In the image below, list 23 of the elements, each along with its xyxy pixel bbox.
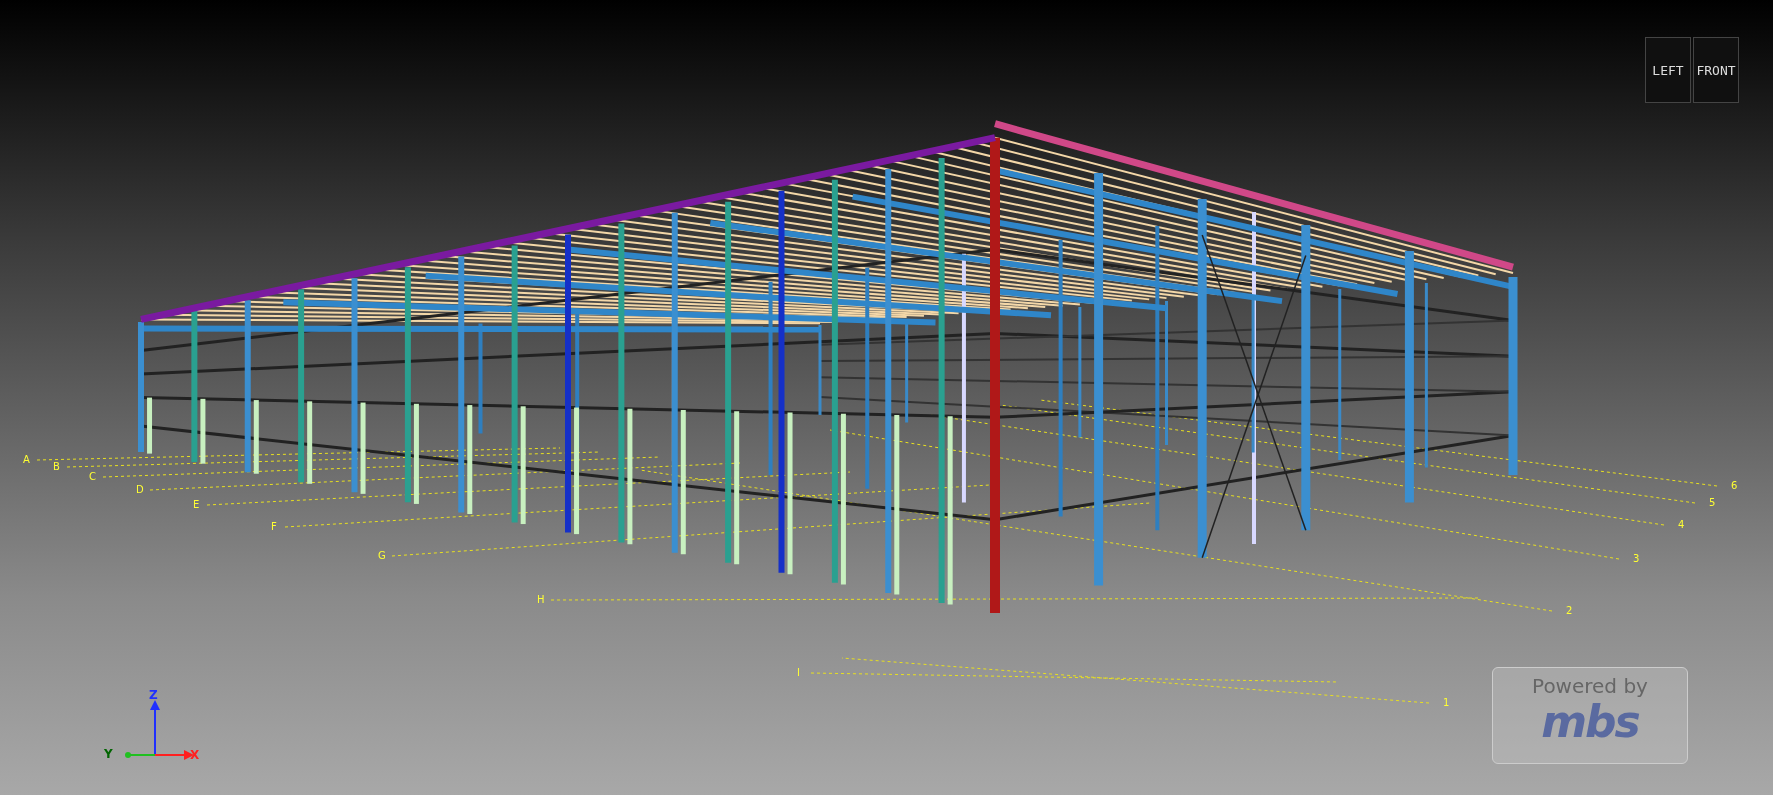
axis-label: Z [149,688,158,702]
axis-label: Y [104,747,113,761]
grid-label: D [136,484,144,496]
grid-label: H [537,594,545,606]
grid-label: 3 [1633,553,1640,565]
grid-label: B [53,461,60,473]
grid-label: I [797,667,800,679]
powered-by-caption: Powered by [1532,674,1648,698]
grid-label: G [378,550,386,562]
model-viewport[interactable]: A B C D E F G H I 6 5 4 3 2 1 LEFT FRONT Z Y X Powered by mbs [0,0,1773,795]
grid-label: F [271,521,277,533]
view-cube-face[interactable]: FRONT [1693,37,1739,103]
grid-label: 1 [1443,697,1450,709]
grid-label: 6 [1731,480,1738,492]
grid-label: C [89,471,96,483]
grid-label: E [193,499,200,511]
grid-label: 2 [1566,605,1573,617]
grid-label: 4 [1678,519,1685,531]
axis-label: X [190,748,200,762]
view-cube-face[interactable]: LEFT [1645,37,1691,103]
grid-label: A [23,454,30,466]
logo-text: mbs [1541,698,1639,746]
grid-label: 5 [1709,497,1716,509]
